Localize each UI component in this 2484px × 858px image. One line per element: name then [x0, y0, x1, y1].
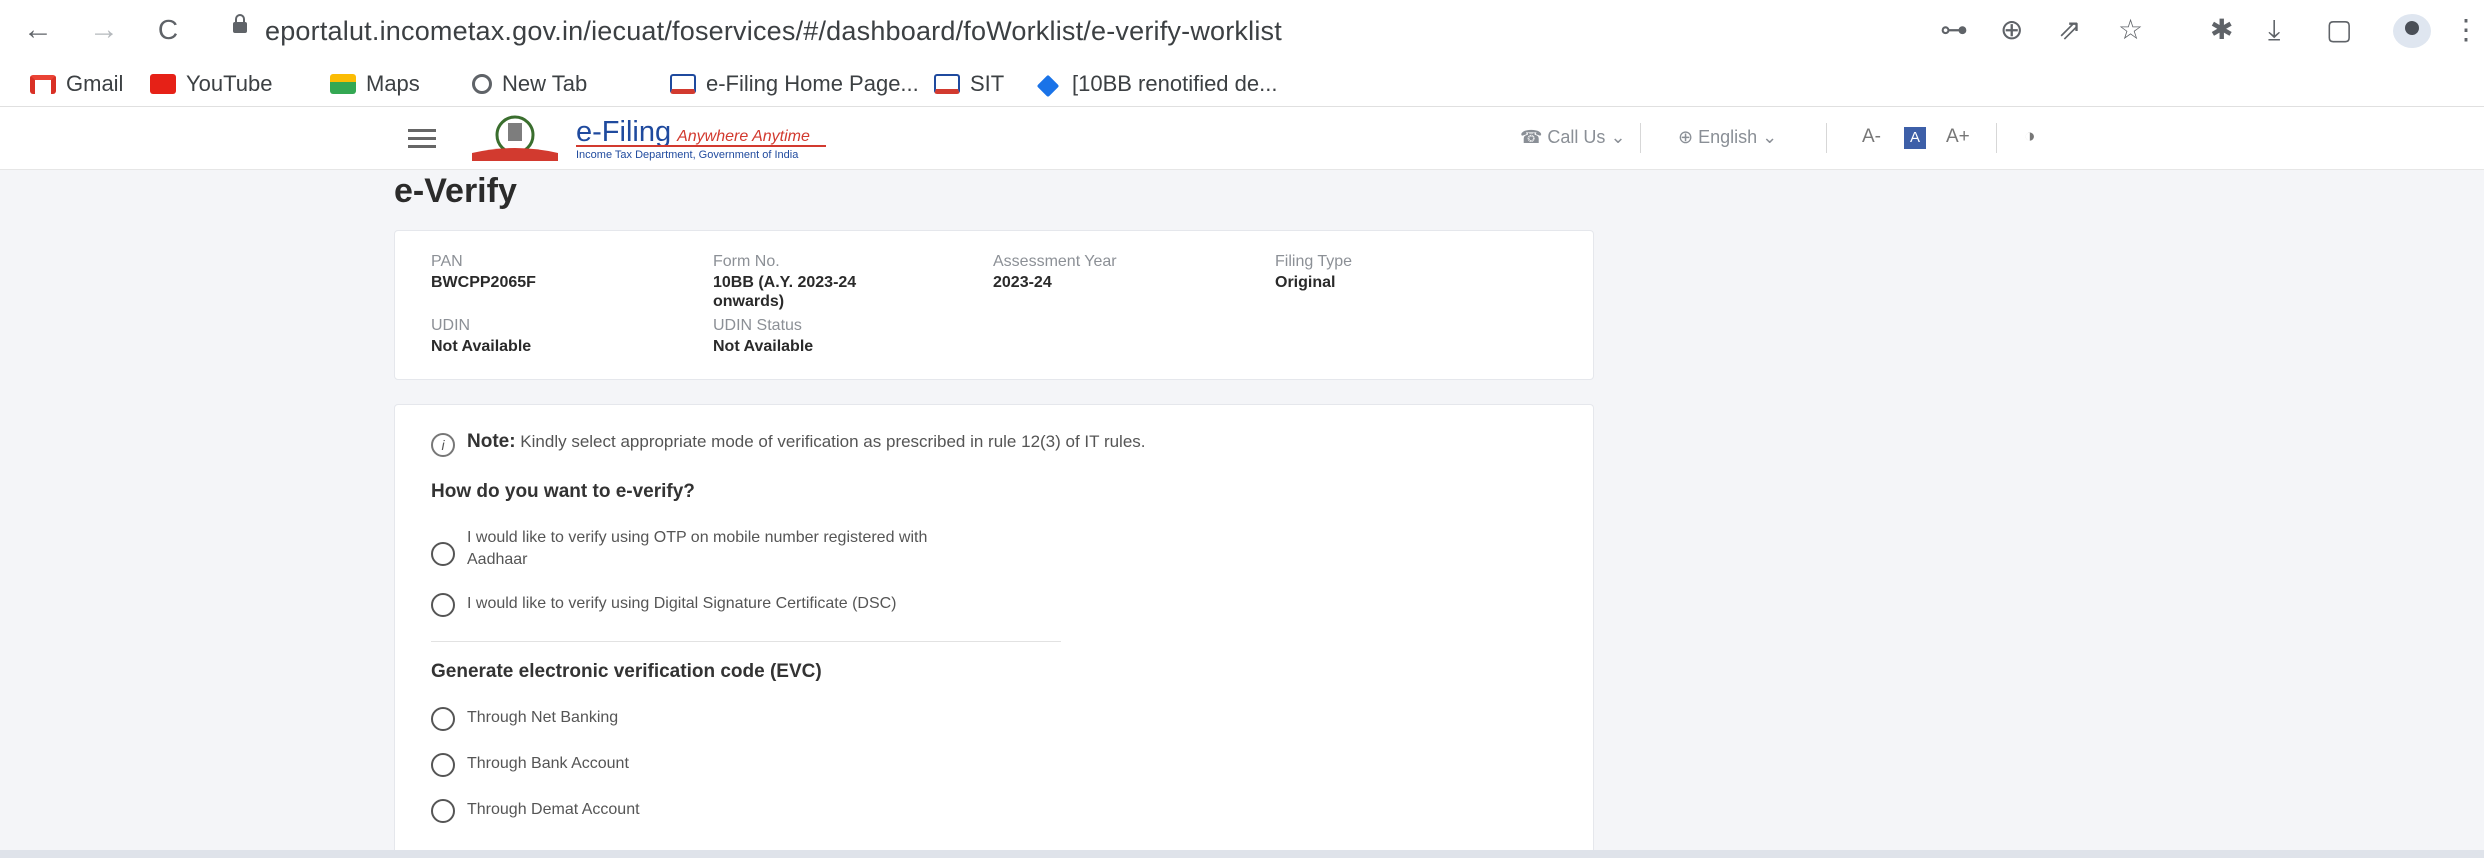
bookmark-star-icon[interactable]: ☆	[2118, 12, 2143, 48]
font-increase-button[interactable]: A+	[1946, 126, 1970, 148]
sidepanel-icon[interactable]: ▢	[2326, 12, 2352, 48]
divider	[1640, 123, 1641, 153]
filing-type-label: Filing Type	[1275, 253, 1353, 270]
diamond-icon	[1036, 74, 1060, 98]
pan-label: PAN	[431, 253, 463, 270]
bookmark-maps[interactable]: Maps	[330, 70, 420, 98]
reload-button[interactable]: C	[148, 10, 188, 50]
phone-icon: ☎	[1520, 127, 1548, 147]
evc-heading: Generate electronic verification code (E…	[431, 661, 822, 682]
page-title: e-Verify	[394, 172, 517, 210]
back-button[interactable]: ←	[18, 10, 58, 50]
option-dsc[interactable]: I would like to verify using Digital Sig…	[431, 593, 897, 617]
udin-label: UDIN	[431, 317, 471, 334]
filing-type-value: Original	[1275, 274, 1336, 291]
e-verify-question: How do you want to e-verify?	[431, 481, 695, 502]
bookmark-sit[interactable]: SIT	[934, 70, 1004, 98]
radio-button[interactable]	[431, 799, 455, 823]
chrome-icon	[472, 74, 492, 94]
section-divider	[431, 641, 1061, 642]
language-dropdown[interactable]: ⊕ English ⌄	[1678, 127, 1777, 148]
form-details-card: PAN BWCPP2065F Form No. 10BB (A.Y. 2023-…	[394, 230, 1594, 380]
browser-toolbar: ← → C eportalut.incometax.gov.in/iecuat/…	[0, 0, 2484, 63]
radio-button[interactable]	[431, 707, 455, 731]
download-icon[interactable]: ⤓	[2268, 12, 2280, 48]
bookmark-efiling-home[interactable]: e-Filing Home Page...	[670, 70, 919, 98]
bookmark-gmail[interactable]: Gmail	[30, 70, 123, 98]
form-no-value-line1: 10BB (A.Y. 2023-24	[713, 274, 857, 291]
assessment-year-value: 2023-24	[993, 274, 1052, 291]
option-aadhaar-otp[interactable]: I would like to verify using OTP on mobi…	[431, 527, 927, 571]
profile-avatar[interactable]	[2393, 14, 2431, 48]
divider	[1996, 123, 1997, 153]
url-text: eportalut.incometax.gov.in/iecuat/foserv…	[265, 16, 1282, 46]
option-demat-account[interactable]: Through Demat Account	[431, 799, 640, 823]
chevron-down-icon: ⌄	[1605, 127, 1626, 147]
share-icon[interactable]: ⇗	[2058, 12, 2081, 48]
logo-underline	[576, 145, 826, 147]
logo-subtitle: Income Tax Department, Government of Ind…	[576, 149, 799, 161]
site-header: e-Filing Anywhere Anytime Income Tax Depa…	[0, 107, 2484, 170]
info-icon: i	[431, 433, 455, 457]
page-bottom-edge	[0, 850, 2484, 858]
contrast-toggle-icon[interactable]: ◑	[2024, 126, 2035, 148]
hamburger-menu-icon[interactable]	[408, 129, 436, 149]
option-bank-account[interactable]: Through Bank Account	[431, 753, 629, 777]
efiling-icon	[934, 74, 960, 94]
key-icon[interactable]: ⊶	[1940, 12, 1968, 48]
divider	[1826, 123, 1827, 153]
pan-value: BWCPP2065F	[431, 274, 536, 291]
forward-button[interactable]: →	[84, 10, 124, 50]
globe-icon: ⊕	[1678, 127, 1699, 147]
lock-icon	[233, 14, 247, 33]
maps-icon	[330, 74, 356, 94]
assessment-year-label: Assessment Year	[993, 253, 1117, 270]
bookmark-new-tab[interactable]: New Tab	[472, 70, 587, 98]
option-net-banking[interactable]: Through Net Banking	[431, 707, 618, 731]
efiling-icon	[670, 74, 696, 94]
extensions-icon[interactable]: ✱	[2210, 12, 2233, 48]
udin-value: Not Available	[431, 338, 532, 355]
radio-button[interactable]	[431, 753, 455, 777]
verification-options-card: i Note: Kindly select appropriate mode of…	[394, 404, 1594, 851]
font-decrease-button[interactable]: A-	[1862, 126, 1881, 148]
youtube-icon	[150, 74, 176, 94]
font-normal-button[interactable]: A	[1904, 127, 1926, 149]
bookmarks-bar: Gmail YouTube Maps New Tab e-Filing Home…	[0, 62, 2484, 107]
bookmark-youtube[interactable]: YouTube	[150, 70, 272, 98]
verification-note: i Note: Kindly select appropriate mode of…	[431, 431, 1146, 457]
address-bar[interactable]: eportalut.incometax.gov.in/iecuat/foserv…	[205, 8, 1505, 54]
radio-button[interactable]	[431, 593, 455, 617]
chevron-down-icon: ⌄	[1757, 127, 1778, 147]
radio-button[interactable]	[431, 542, 455, 566]
udin-status-value: Not Available	[713, 338, 814, 355]
call-us-dropdown[interactable]: ☎ Call Us ⌄	[1520, 127, 1626, 148]
emblem-logo-icon	[472, 115, 558, 161]
udin-status-label: UDIN Status	[713, 317, 802, 334]
bookmark-10bb[interactable]: [10BB renotified de...	[1036, 70, 1277, 98]
form-no-value-line2: onwards)	[713, 293, 785, 310]
gmail-icon	[30, 75, 56, 94]
zoom-icon[interactable]: ⊕	[2000, 12, 2023, 48]
form-no-label: Form No.	[713, 253, 780, 270]
menu-icon[interactable]: ⋮	[2452, 12, 2480, 48]
